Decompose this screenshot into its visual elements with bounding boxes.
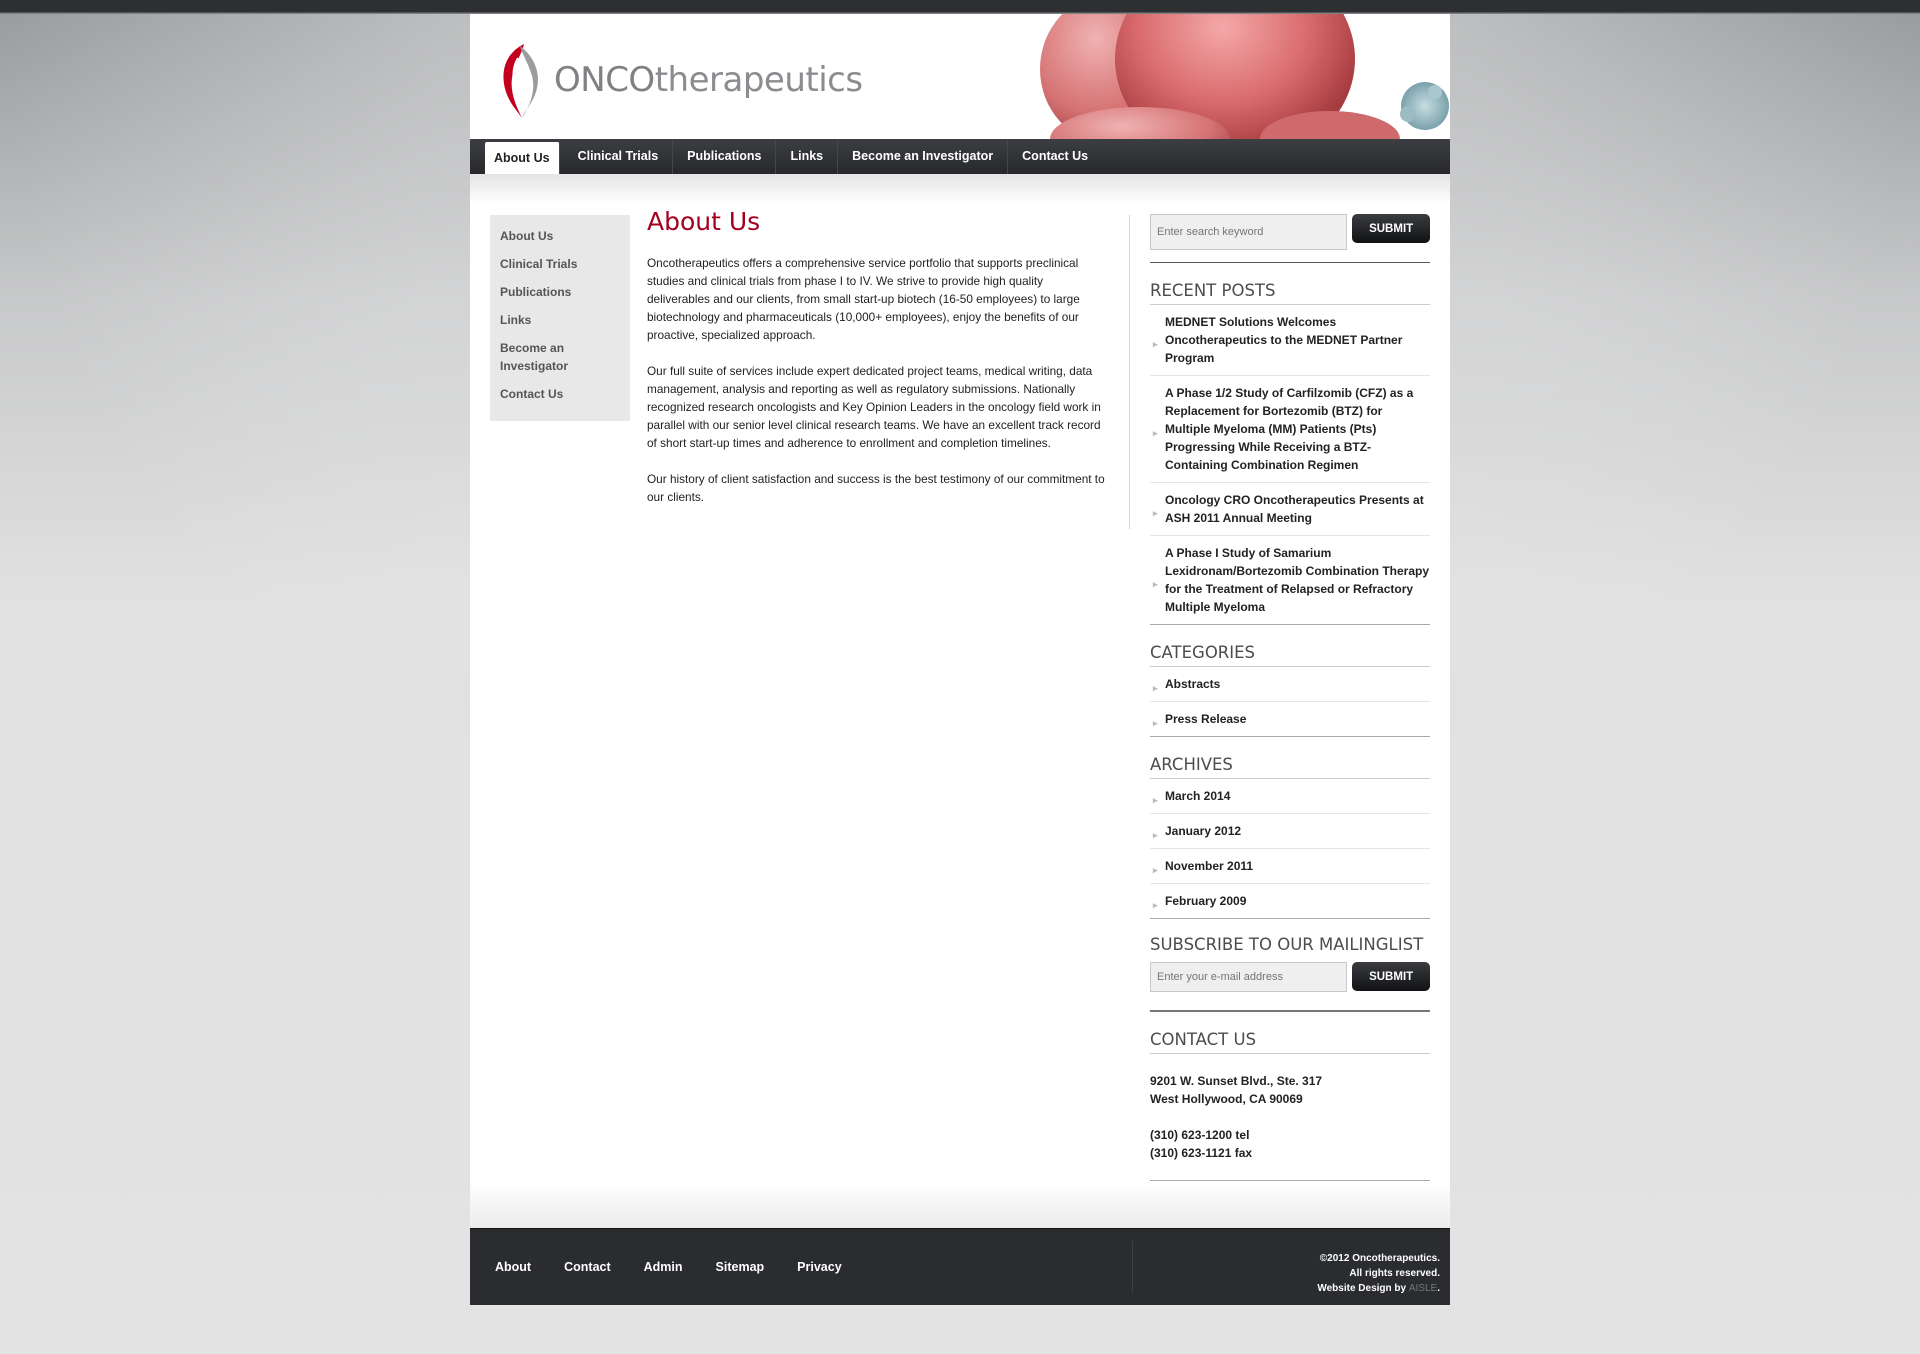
nav-tab-publications[interactable]: Publications bbox=[673, 139, 777, 174]
logo-mark-icon bbox=[503, 44, 539, 118]
page-container: ONCOtherapeutics About Us Clinical Trial… bbox=[470, 14, 1450, 1305]
subnav-item-become-investigator[interactable]: Become an Investigator bbox=[490, 339, 590, 375]
contact-details: 9201 W. Sunset Blvd., Ste. 317 West Holl… bbox=[1150, 1054, 1430, 1162]
divider bbox=[1150, 736, 1430, 737]
arrow-right-icon: ▸ bbox=[1153, 428, 1158, 438]
archives-title: ARCHIVES bbox=[1150, 755, 1430, 779]
categories-list: ▸ Abstracts ▸ Press Release bbox=[1150, 667, 1430, 736]
divider bbox=[1150, 624, 1430, 625]
recent-post-link[interactable]: ▸ Oncology CRO Oncotherapeutics Presents … bbox=[1150, 483, 1430, 536]
arrow-right-icon: ▸ bbox=[1153, 339, 1158, 349]
subnav-item-contact-us[interactable]: Contact Us bbox=[490, 385, 630, 403]
footer-copyright: ©2012 Oncotherapeutics. All rights reser… bbox=[1317, 1251, 1440, 1296]
contact-address-line: West Hollywood, CA 90069 bbox=[1150, 1092, 1303, 1106]
background-highlight-right bbox=[1450, 14, 1920, 714]
sidebar: SUBMIT RECENT POSTS ▸MEDNET Solutions We… bbox=[1150, 214, 1430, 1181]
nav-tab-clinical-trials[interactable]: Clinical Trials bbox=[564, 139, 674, 174]
category-link[interactable]: ▸ Abstracts bbox=[1150, 667, 1430, 702]
content-paragraph: Our history of client satisfaction and s… bbox=[647, 472, 1105, 504]
logo-wordmark: ONCOtherapeutics bbox=[554, 60, 863, 100]
design-credit: Website Design by AISLE. bbox=[1317, 1283, 1440, 1294]
archive-link[interactable]: ▸ February 2009 bbox=[1150, 884, 1430, 918]
arrow-right-icon: ▸ bbox=[1153, 683, 1158, 693]
search-form: SUBMIT bbox=[1150, 214, 1430, 250]
content-divider bbox=[1129, 215, 1130, 529]
design-credit-link[interactable]: AISLE bbox=[1409, 1283, 1437, 1294]
content-paragraph: Our full suite of services include exper… bbox=[647, 364, 1101, 450]
content-paragraph: Oncotherapeutics offers a comprehensive … bbox=[647, 256, 1080, 342]
copyright-text: ©2012 Oncotherapeutics. bbox=[1319, 1253, 1440, 1264]
background-highlight-left bbox=[0, 14, 470, 714]
rights-text: All rights reserved. bbox=[1349, 1268, 1440, 1279]
hero-blood-cells-image bbox=[1030, 14, 1450, 139]
divider bbox=[1150, 1180, 1430, 1181]
browser-top-bar bbox=[0, 0, 1920, 13]
footer-nav: About Contact Admin Sitemap Privacy bbox=[495, 1229, 875, 1305]
footer: About Contact Admin Sitemap Privacy ©201… bbox=[470, 1228, 1450, 1305]
nav-tab-links[interactable]: Links bbox=[776, 139, 839, 174]
email-input[interactable] bbox=[1150, 962, 1348, 992]
nav-shadow bbox=[470, 174, 1450, 204]
search-submit-button[interactable]: SUBMIT bbox=[1352, 214, 1430, 243]
arrow-right-icon: ▸ bbox=[1153, 795, 1158, 805]
footer-link-privacy[interactable]: Privacy bbox=[797, 1260, 841, 1274]
footer-link-contact[interactable]: Contact bbox=[564, 1260, 611, 1274]
footer-link-admin[interactable]: Admin bbox=[644, 1260, 683, 1274]
contact-title: CONTACT US bbox=[1150, 1030, 1430, 1054]
recent-post-link[interactable]: ▸ A Phase 1/2 Study of Carfilzomib (CFZ) … bbox=[1150, 376, 1430, 483]
subnav-item-links[interactable]: Links bbox=[490, 311, 630, 329]
footer-link-sitemap[interactable]: Sitemap bbox=[716, 1260, 765, 1274]
subnav-item-about-us[interactable]: About Us bbox=[490, 227, 630, 245]
nav-tab-contact-us[interactable]: Contact Us bbox=[1008, 139, 1102, 174]
arrow-right-icon: ▸ bbox=[1153, 508, 1158, 518]
mailinglist-form: SUBMIT bbox=[1150, 962, 1430, 992]
header: ONCOtherapeutics bbox=[470, 14, 1450, 139]
subscribe-submit-button[interactable]: SUBMIT bbox=[1352, 962, 1430, 991]
contact-address-line: 9201 W. Sunset Blvd., Ste. 317 bbox=[1150, 1074, 1323, 1088]
subnav-item-clinical-trials[interactable]: Clinical Trials bbox=[490, 255, 630, 273]
subnav-item-publications[interactable]: Publications bbox=[490, 283, 630, 301]
categories-title: CATEGORIES bbox=[1150, 643, 1430, 667]
arrow-right-icon: ▸ bbox=[1153, 865, 1158, 875]
arrow-right-icon: ▸ bbox=[1153, 718, 1158, 728]
mailinglist-title: SUBSCRIBE TO OUR MAILINGLIST bbox=[1150, 935, 1424, 954]
archive-link[interactable]: ▸ January 2012 bbox=[1150, 814, 1430, 849]
divider bbox=[1150, 918, 1430, 919]
contact-fax: (310) 623-1121 fax bbox=[1150, 1146, 1253, 1160]
site-logo[interactable]: ONCOtherapeutics bbox=[496, 40, 863, 120]
nav-tab-become-investigator[interactable]: Become an Investigator bbox=[838, 139, 1009, 174]
category-link[interactable]: ▸ Press Release bbox=[1150, 702, 1430, 736]
sub-navigation: About Us Clinical Trials Publications Li… bbox=[490, 215, 630, 421]
recent-posts-title: RECENT POSTS bbox=[1150, 281, 1430, 305]
archive-link[interactable]: ▸ November 2011 bbox=[1150, 849, 1430, 884]
main-nav: About Us Clinical Trials Publications Li… bbox=[470, 139, 1450, 174]
footer-link-about[interactable]: About bbox=[495, 1260, 531, 1274]
footer-divider bbox=[1132, 1241, 1133, 1293]
recent-posts-list: ▸ MEDNET Solutions Welcomes Oncotherapeut… bbox=[1150, 305, 1430, 624]
arrow-right-icon: ▸ bbox=[1153, 830, 1158, 840]
archive-link[interactable]: ▸ March 2014 bbox=[1150, 779, 1430, 814]
divider bbox=[1150, 262, 1430, 263]
main-content: About Us Oncotherapeutics offers a compr… bbox=[647, 207, 1107, 524]
archives-list: ▸ March 2014 ▸ January 2012 ▸ November 2011… bbox=[1150, 779, 1430, 918]
nav-tab-about-us[interactable]: About Us bbox=[485, 142, 560, 174]
arrow-right-icon: ▸ bbox=[1153, 579, 1158, 589]
page-title: About Us bbox=[647, 207, 761, 236]
recent-post-link[interactable]: ▸ MEDNET Solutions Welcomes Oncotherapeut… bbox=[1150, 305, 1430, 376]
search-input[interactable] bbox=[1150, 214, 1348, 250]
divider bbox=[1150, 1010, 1430, 1012]
recent-post-link[interactable]: ▸ A Phase I Study of Samarium Lexidronam/… bbox=[1150, 536, 1430, 624]
contact-phone: (310) 623-1200 tel bbox=[1150, 1128, 1250, 1142]
arrow-right-icon: ▸ bbox=[1153, 900, 1158, 910]
